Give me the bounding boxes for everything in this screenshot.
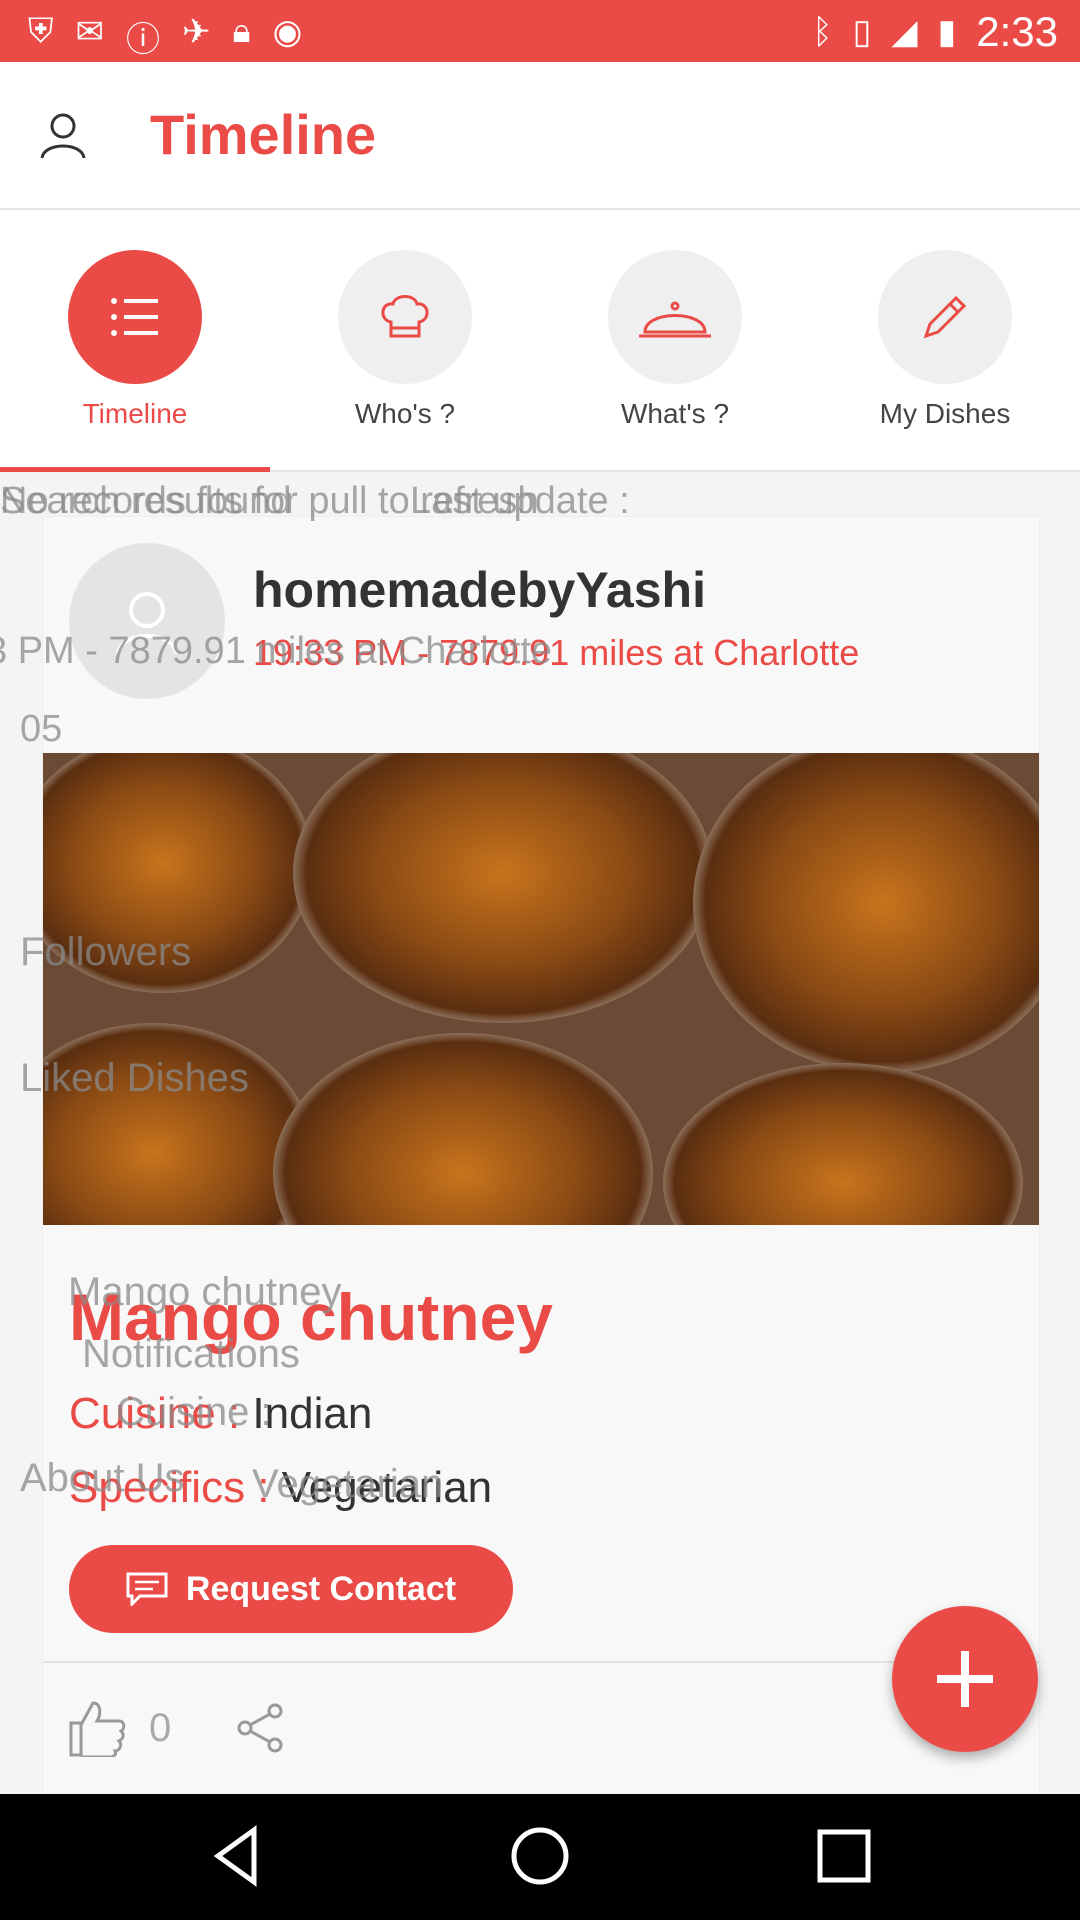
tab-label: Timeline	[82, 398, 188, 429]
ghost-cuisine: Cuisine :	[116, 1390, 272, 1434]
bluetooth-icon: ᛒ	[812, 12, 833, 51]
status-bar: ⛨ ✉ ⓘ ✈ 🔒︎ ◉ ᛒ ▯ ◢ ▮ 2:33	[0, 0, 1080, 62]
ghost-dish-name: Mango chutney	[68, 1270, 342, 1314]
tab-label: Who's ?	[354, 398, 456, 429]
ghost-about-us: About Us	[20, 1456, 185, 1500]
tab-label: What's ?	[620, 398, 730, 429]
ghost-no-records: No records found	[0, 480, 292, 522]
system-nav-bar	[0, 1794, 1080, 1920]
pencil-icon	[923, 295, 967, 339]
mango-chutney-jars-image	[43, 753, 1039, 1225]
like-icon[interactable]	[67, 1699, 127, 1757]
tab-indicator	[0, 467, 270, 472]
plus-icon	[937, 1651, 993, 1707]
tab-timeline[interactable]: Timeline	[0, 250, 270, 430]
ghost-vegetarian: Vegetarian	[252, 1462, 444, 1506]
post-actions: 0	[67, 1699, 287, 1757]
ghost-notifications: Notifications	[82, 1332, 300, 1376]
ghost-last-update: Last update :	[410, 480, 630, 522]
like-count: 0	[149, 1705, 172, 1750]
add-fab-button[interactable]	[892, 1606, 1038, 1752]
share-icon[interactable]	[233, 1701, 287, 1755]
battery-icon: ▮	[937, 13, 957, 51]
lock-icon: 🔒︎	[232, 12, 251, 50]
tab-my-dishes[interactable]: My Dishes	[810, 250, 1080, 430]
android-icon: ◉	[272, 13, 303, 51]
message-icon	[126, 1572, 168, 1606]
shield-icon: ⛨	[28, 12, 54, 50]
tab-bar: Timeline Who's ? What's ? My Dishes	[0, 210, 1080, 472]
avatar[interactable]	[69, 543, 225, 699]
ghost-liked-dishes: Liked Dishes	[20, 1056, 250, 1100]
cloche-icon	[639, 301, 711, 338]
ghost-followers: Followers	[20, 930, 192, 974]
back-icon[interactable]	[206, 1824, 270, 1888]
tab-label: My Dishes	[879, 398, 1011, 429]
ghost-count: 05	[20, 708, 63, 750]
signal-icon: ◢	[891, 13, 918, 51]
ghost-meta: 3 PM - 7879.91 miles at Charlotte	[0, 630, 553, 672]
tab-whos[interactable]: Who's ?	[270, 250, 540, 430]
post-card[interactable]: homemadebyYashi 19:33 PM - 7879.91 miles…	[42, 516, 1040, 1796]
divider	[43, 1661, 1039, 1663]
list-icon	[111, 298, 158, 336]
request-contact-button[interactable]: Request Contact	[69, 1545, 513, 1633]
request-contact-label: Request Contact	[185, 1569, 457, 1608]
post-username[interactable]: homemadebyYashi	[253, 561, 706, 619]
mail-icon: ✉	[75, 13, 105, 51]
app-bar: Timeline	[0, 62, 1080, 210]
page-title: Timeline	[150, 103, 377, 166]
user-profile-icon[interactable]	[38, 110, 88, 160]
home-icon[interactable]	[508, 1824, 572, 1888]
recents-icon[interactable]	[812, 1824, 876, 1888]
fake-gps-icon: ✈	[182, 13, 211, 51]
chef-hat-icon	[381, 295, 429, 338]
vibrate-icon: ▯	[852, 13, 872, 51]
status-time: 2:33	[976, 8, 1058, 55]
dish-photo[interactable]	[43, 753, 1039, 1225]
tab-whats[interactable]: What's ?	[540, 250, 810, 430]
alert-icon: ⓘ	[126, 21, 160, 59]
